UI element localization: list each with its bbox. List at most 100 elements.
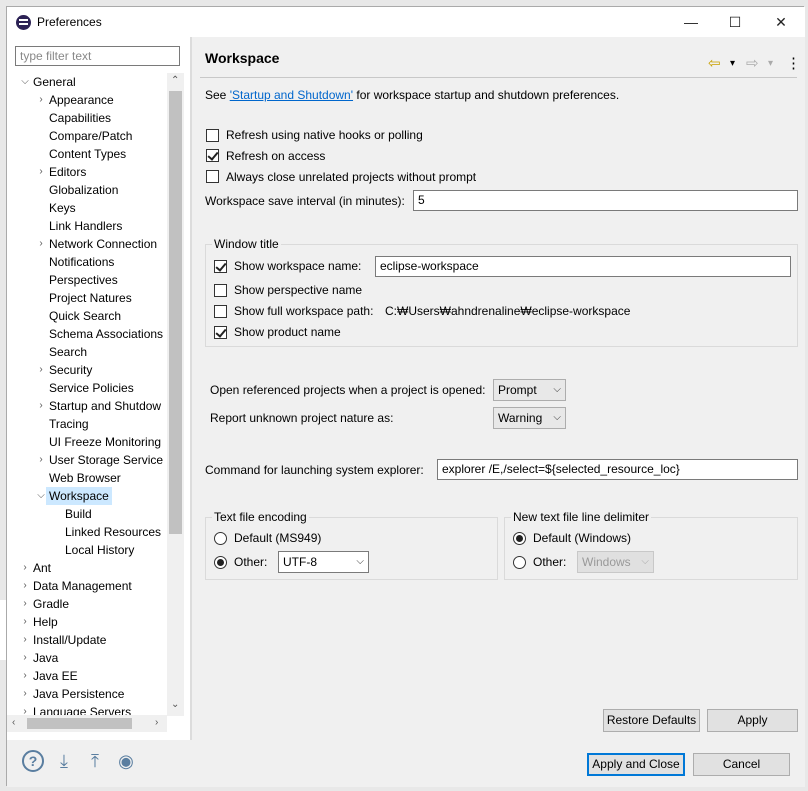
chevron-right-icon[interactable]: › [19,685,31,703]
chevron-right-icon[interactable]: › [35,163,47,181]
always-close-checkbox[interactable] [206,170,219,183]
delimiter-default-label[interactable]: Default (Windows) [533,531,631,545]
show-perspective-label[interactable]: Show perspective name [234,283,362,297]
encoding-select[interactable]: UTF-8 ⌵ [278,551,369,573]
scroll-left-icon[interactable]: ‹ [12,717,15,728]
show-workspace-name-checkbox[interactable] [214,260,227,273]
tree-item[interactable]: › Startup and Shutdow [7,397,167,415]
tree-horizontal-scrollbar[interactable]: ‹ › [7,715,167,732]
tree-item[interactable]: Perspectives [7,271,167,289]
back-arrow-icon[interactable]: ⇦ [708,56,721,71]
chevron-right-icon[interactable]: › [35,91,47,109]
scroll-right-icon[interactable]: › [155,717,158,728]
help-icon[interactable]: ? [22,750,44,772]
show-product-label[interactable]: Show product name [234,325,341,339]
tree-item[interactable]: Project Natures [7,289,167,307]
chevron-right-icon[interactable]: › [19,559,31,577]
tree-item[interactable]: › User Storage Service [7,451,167,469]
horizontal-scroll-thumb[interactable] [27,718,132,729]
scroll-up-icon[interactable]: ⌃ [171,75,179,86]
chevron-right-icon[interactable]: › [19,703,31,715]
tree-item[interactable]: Linked Resources [7,523,167,541]
tree-item[interactable]: › Language Servers [7,703,167,715]
forward-dropdown-icon[interactable]: ▾ [768,56,773,71]
explorer-command-input[interactable]: explorer /E,/select=${selected_resource_… [437,459,798,480]
encoding-other-radio[interactable] [214,556,227,569]
tree-item[interactable]: Build [7,505,167,523]
tree-item[interactable]: › Java Persistence [7,685,167,703]
close-button[interactable]: ✕ [759,7,803,37]
tree-item[interactable]: Service Policies [7,379,167,397]
unknown-nature-select[interactable]: Warning ⌵ [493,407,566,429]
tree-item[interactable]: Search [7,343,167,361]
tree-item[interactable]: Content Types [7,145,167,163]
startup-shutdown-link[interactable]: 'Startup and Shutdown' [230,88,353,102]
show-full-path-label[interactable]: Show full workspace path: [234,304,373,318]
refresh-access-checkbox[interactable] [206,149,219,162]
record-icon[interactable]: ◉ [115,750,137,772]
tree-item[interactable]: › Java [7,649,167,667]
show-product-checkbox[interactable] [214,326,227,339]
tree-item[interactable]: › Install/Update [7,631,167,649]
refresh-native-checkbox[interactable] [206,129,219,142]
tree-item[interactable]: Local History [7,541,167,559]
tree-item[interactable]: › Editors [7,163,167,181]
forward-arrow-icon[interactable]: ⇨ [746,56,759,71]
view-menu-icon[interactable]: ⋮ [786,56,801,71]
tree-vertical-scrollbar[interactable]: ⌃ ⌄ [167,73,184,716]
workspace-name-input[interactable]: eclipse-workspace [375,256,791,277]
refresh-access-label[interactable]: Refresh on access [226,149,325,163]
tree-item[interactable]: › Ant [7,559,167,577]
show-full-path-checkbox[interactable] [214,305,227,318]
tree-item[interactable]: Keys [7,199,167,217]
maximize-button[interactable]: ☐ [713,7,757,37]
always-close-label[interactable]: Always close unrelated projects without … [226,170,476,184]
open-referenced-select[interactable]: Prompt ⌵ [493,379,566,401]
encoding-default-radio[interactable] [214,532,227,545]
delimiter-default-radio[interactable] [513,532,526,545]
chevron-right-icon[interactable]: › [19,631,31,649]
import-icon[interactable]: ⤓ [53,750,75,772]
tree-item[interactable]: › Appearance [7,91,167,109]
tree-item[interactable]: Globalization [7,181,167,199]
chevron-right-icon[interactable]: › [35,397,47,415]
tree-item[interactable]: › Help [7,613,167,631]
tree-item[interactable]: UI Freeze Monitoring [7,433,167,451]
tree-item[interactable]: Link Handlers [7,217,167,235]
tree-item[interactable]: › Security [7,361,167,379]
delimiter-other-label[interactable]: Other: [533,555,566,569]
encoding-default-label[interactable]: Default (MS949) [234,531,321,545]
tree-item[interactable]: ⌵ General [7,73,167,91]
chevron-right-icon[interactable]: › [19,577,31,595]
cancel-button[interactable]: Cancel [693,753,790,776]
show-perspective-checkbox[interactable] [214,284,227,297]
chevron-right-icon[interactable]: › [19,649,31,667]
apply-button[interactable]: Apply [707,709,798,732]
chevron-right-icon[interactable]: › [19,595,31,613]
chevron-right-icon[interactable]: › [35,451,47,469]
save-interval-input[interactable]: 5 [413,190,798,211]
tree-item[interactable]: › Data Management [7,577,167,595]
chevron-right-icon[interactable]: › [19,613,31,631]
chevron-right-icon[interactable]: › [35,235,47,253]
tree-item[interactable]: Web Browser [7,469,167,487]
chevron-right-icon[interactable]: › [19,667,31,685]
export-icon[interactable]: ⤒ [84,750,106,772]
scroll-thumb[interactable] [169,91,182,534]
tree-item[interactable]: › Java EE [7,667,167,685]
chevron-right-icon[interactable]: › [35,361,47,379]
show-workspace-name-label[interactable]: Show workspace name: [234,259,361,273]
tree-item[interactable]: Quick Search [7,307,167,325]
tree-item[interactable]: ⌵ Workspace [7,487,167,505]
tree-item[interactable]: Notifications [7,253,167,271]
chevron-down-icon[interactable]: ⌵ [19,73,31,91]
tree-item[interactable]: › Network Connection [7,235,167,253]
apply-and-close-button[interactable]: Apply and Close [587,753,685,776]
refresh-native-label[interactable]: Refresh using native hooks or polling [226,128,423,142]
tree-item[interactable]: Compare/Patch [7,127,167,145]
back-dropdown-icon[interactable]: ▾ [730,56,735,71]
restore-defaults-button[interactable]: Restore Defaults [603,709,700,732]
encoding-other-label[interactable]: Other: [234,555,267,569]
tree-item[interactable]: Tracing [7,415,167,433]
delimiter-other-radio[interactable] [513,556,526,569]
